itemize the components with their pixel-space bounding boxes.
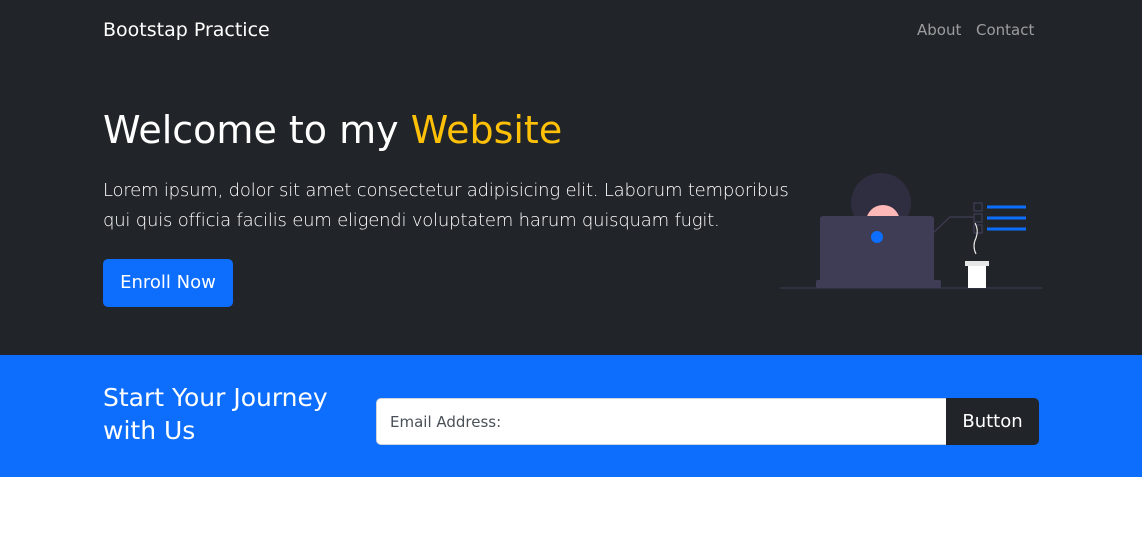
navbar-brand[interactable]: Bootstap Practice — [103, 17, 270, 43]
hero-title: Welcome to my Website — [103, 104, 562, 156]
hero-section: Welcome to my Website Lorem ipsum, dolor… — [0, 60, 1142, 355]
nav-link-about[interactable]: About — [917, 19, 961, 41]
journey-title: Start Your Journey with Us — [103, 383, 328, 445]
hero-title-highlight: Website — [410, 108, 563, 152]
hero-title-prefix: Welcome to my — [103, 108, 411, 152]
navbar: Bootstap Practice About Contact — [0, 0, 1142, 60]
subscribe-button[interactable]: Button — [946, 398, 1039, 445]
journey-section: Start Your Journey with Us Button — [0, 355, 1142, 477]
email-input[interactable] — [376, 398, 948, 445]
nav-link-contact[interactable]: Contact — [976, 19, 1034, 41]
hero-lead: Lorem ipsum, dolor sit amet consectetur … — [103, 180, 789, 231]
enroll-now-button[interactable]: Enroll Now — [103, 259, 233, 307]
woman-at-laptop-illustration — [780, 173, 1042, 289]
